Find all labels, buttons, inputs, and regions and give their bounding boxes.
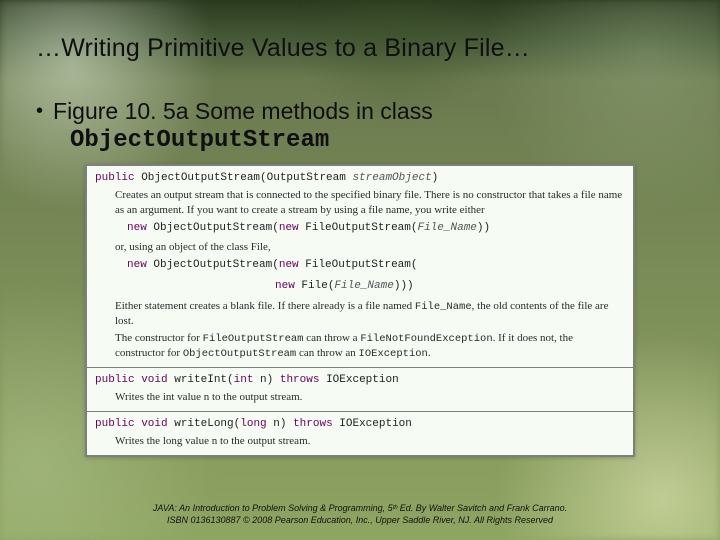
api-cell-writeint: public void writeInt(int n) throws IOExc…: [86, 368, 634, 412]
code-example: new ObjectOutputStream(new FileOutputStr…: [95, 255, 625, 276]
bullet-row: • Figure 10. 5a Some methods in class: [36, 97, 684, 125]
api-cell-constructor: public ObjectOutputStream(OutputStream s…: [86, 165, 634, 368]
method-signature: public ObjectOutputStream(OutputStream s…: [95, 171, 625, 186]
method-signature: public void writeLong(long n) throws IOE…: [95, 417, 625, 432]
class-name-code: ObjectOutputStream: [70, 127, 684, 154]
table-row: public void writeInt(int n) throws IOExc…: [86, 368, 634, 412]
slide-content: …Writing Primitive Values to a Binary Fi…: [0, 0, 720, 457]
table-row: public ObjectOutputStream(OutputStream s…: [86, 165, 634, 368]
api-methods-table: public ObjectOutputStream(OutputStream s…: [85, 164, 635, 457]
code-example: new File(File_Name))): [95, 276, 625, 297]
footer-line-2: ISBN 0136130887 © 2008 Pearson Education…: [0, 514, 720, 526]
copyright-footer: JAVA: An Introduction to Problem Solving…: [0, 502, 720, 526]
method-description: Writes the int value n to the output str…: [95, 388, 625, 405]
api-cell-writelong: public void writeLong(long n) throws IOE…: [86, 411, 634, 455]
bullet-dot: •: [36, 97, 43, 125]
method-description: Writes the long value n to the output st…: [95, 432, 625, 449]
code-example: new ObjectOutputStream(new FileOutputStr…: [95, 218, 625, 239]
table-row: public void writeLong(long n) throws IOE…: [86, 411, 634, 455]
method-description: Either statement creates a blank file. I…: [95, 297, 625, 329]
footer-line-1: JAVA: An Introduction to Problem Solving…: [0, 502, 720, 514]
method-description: or, using an object of the class File,: [95, 238, 625, 255]
slide-title: …Writing Primitive Values to a Binary Fi…: [36, 34, 684, 63]
method-description: Creates an output stream that is connect…: [95, 186, 625, 218]
method-description: The constructor for FileOutputStream can…: [95, 329, 625, 361]
method-signature: public void writeInt(int n) throws IOExc…: [95, 373, 625, 388]
bullet-text: Figure 10. 5a Some methods in class: [53, 97, 433, 125]
